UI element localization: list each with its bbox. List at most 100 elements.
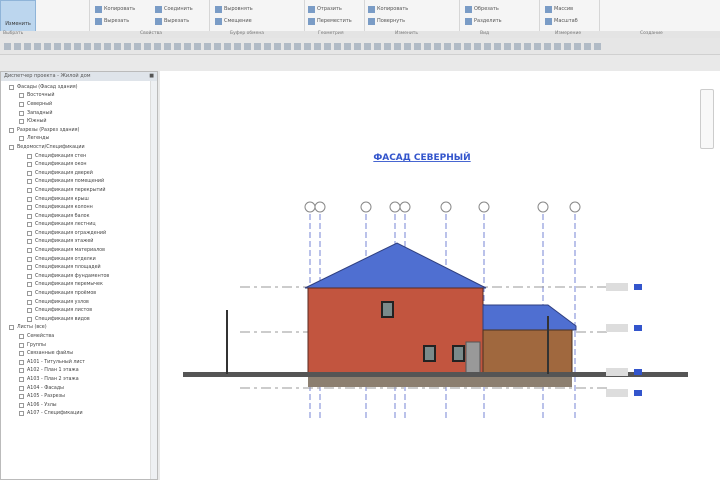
toolbar-icon[interactable]	[494, 42, 501, 50]
tree-item[interactable]: Легенды	[5, 135, 157, 144]
toolbar-icon[interactable]	[224, 42, 231, 50]
toolbar-icon[interactable]	[564, 42, 571, 50]
toolbar-icon[interactable]	[534, 42, 541, 50]
tree-item[interactable]: A102 - План 1 этажа	[5, 367, 157, 376]
toolbar-icon[interactable]	[264, 42, 271, 50]
toolbar-icon[interactable]	[174, 42, 181, 50]
tree-item[interactable]: Спецификация проёмов	[5, 289, 157, 298]
ribbon-item[interactable]: Смещение	[215, 17, 252, 25]
tree-item[interactable]: Спецификация помещений	[5, 178, 157, 187]
toolbar-icon[interactable]	[24, 42, 31, 50]
toolbar-icon[interactable]	[444, 42, 451, 50]
tree-item[interactable]: Спецификация дверей	[5, 169, 157, 178]
tree-item[interactable]: Спецификация фундаментов	[5, 272, 157, 281]
tree-item[interactable]: Южный	[5, 117, 157, 126]
close-icon[interactable]: ■	[149, 73, 154, 80]
toolbar-icon[interactable]	[314, 42, 321, 50]
toolbar-icon[interactable]	[164, 42, 171, 50]
tree-item[interactable]: Спецификация материалов	[5, 246, 157, 255]
toolbar-icon[interactable]	[484, 42, 491, 50]
toolbar-icon[interactable]	[424, 42, 431, 50]
ribbon-item[interactable]: Соединить	[155, 5, 193, 13]
toolbar-icon[interactable]	[414, 42, 421, 50]
tree-item[interactable]: Спецификация видов	[5, 315, 157, 324]
ribbon-item[interactable]: Копировать	[95, 5, 135, 13]
toolbar-icon[interactable]	[184, 42, 191, 50]
tree-item[interactable]: A103 - План 2 этажа	[5, 375, 157, 384]
toolbar-icon[interactable]	[244, 42, 251, 50]
ribbon-item[interactable]: Масштаб	[545, 17, 578, 25]
toolbar-icon[interactable]	[84, 42, 91, 50]
ribbon-item[interactable]: Повернуть	[368, 17, 405, 25]
toolbar-icon[interactable]	[544, 42, 551, 50]
toolbar-icon[interactable]	[304, 42, 311, 50]
tree-item[interactable]: Спецификация узлов	[5, 298, 157, 307]
toolbar-icon[interactable]	[104, 42, 111, 50]
toolbar-icon[interactable]	[144, 42, 151, 50]
scrollbar[interactable]	[150, 81, 157, 479]
tree-item[interactable]: Ведомости/Спецификации	[5, 143, 157, 152]
tree-item[interactable]: Спецификация колонн	[5, 203, 157, 212]
toolbar-icon[interactable]	[374, 42, 381, 50]
toolbar-icon[interactable]	[14, 42, 21, 50]
ribbon-item[interactable]: Разделить	[465, 17, 502, 25]
tree-item[interactable]: A105 - Разрезы	[5, 392, 157, 401]
toolbar-icon[interactable]	[474, 42, 481, 50]
tree-item[interactable]: Разрезы (Разрез здания)	[5, 126, 157, 135]
tree-item[interactable]: Западный	[5, 109, 157, 118]
toolbar-icon[interactable]	[404, 42, 411, 50]
toolbar-icon[interactable]	[434, 42, 441, 50]
tree-item[interactable]: Спецификация перемычек	[5, 281, 157, 290]
tree-item[interactable]: A104 - Фасады	[5, 384, 157, 393]
tree-item[interactable]: Северный	[5, 100, 157, 109]
tree-item[interactable]: Спецификация этажей	[5, 238, 157, 247]
toolbar-icon[interactable]	[394, 42, 401, 50]
toolbar-icon[interactable]	[504, 42, 511, 50]
tree-item[interactable]: Спецификация отделки	[5, 255, 157, 264]
tree-item[interactable]: Спецификация стен	[5, 152, 157, 161]
tree-item[interactable]: Листы (все)	[5, 324, 157, 333]
toolbar-icon[interactable]	[324, 42, 331, 50]
toolbar-icon[interactable]	[4, 42, 11, 50]
toolbar-icon[interactable]	[274, 42, 281, 50]
toolbar-icon[interactable]	[114, 42, 121, 50]
tree-item[interactable]: Спецификация ограждений	[5, 229, 157, 238]
drawing-canvas[interactable]: ФАСАД СЕВЕРНЫЙ	[160, 71, 720, 480]
toolbar-icon[interactable]	[134, 42, 141, 50]
toolbar-icon[interactable]	[334, 42, 341, 50]
toolbar-icon[interactable]	[384, 42, 391, 50]
tree-item[interactable]: Спецификация окон	[5, 160, 157, 169]
ribbon-item[interactable]: Массив	[545, 5, 573, 13]
tree-item[interactable]: A107 - Спецификации	[5, 410, 157, 419]
toolbar-icon[interactable]	[254, 42, 261, 50]
tree-item[interactable]: Фасады (Фасад здания)	[5, 83, 157, 92]
toolbar-icon[interactable]	[344, 42, 351, 50]
ribbon-item[interactable]: Выровнять	[215, 5, 253, 13]
tree-item[interactable]: Спецификация лестниц	[5, 221, 157, 230]
tree-item[interactable]: A101 - Титульный лист	[5, 358, 157, 367]
ribbon-item[interactable]: Переместить	[308, 17, 352, 25]
toolbar-icon[interactable]	[124, 42, 131, 50]
tree-item[interactable]: Спецификация балок	[5, 212, 157, 221]
tree-item[interactable]: Связанные файлы	[5, 349, 157, 358]
toolbar-icon[interactable]	[214, 42, 221, 50]
toolbar-icon[interactable]	[584, 42, 591, 50]
toolbar-icon[interactable]	[154, 42, 161, 50]
toolbar-icon[interactable]	[354, 42, 361, 50]
tree-item[interactable]: Группы	[5, 341, 157, 350]
toolbar-icon[interactable]	[574, 42, 581, 50]
ribbon-item[interactable]: Вырезать	[155, 17, 189, 25]
toolbar-icon[interactable]	[514, 42, 521, 50]
toolbar-icon[interactable]	[44, 42, 51, 50]
toolbar-icon[interactable]	[34, 42, 41, 50]
tree-item[interactable]: Спецификация крыш	[5, 195, 157, 204]
ribbon-item[interactable]: Вырезать	[95, 17, 129, 25]
tree-item[interactable]: Спецификация листов	[5, 306, 157, 315]
toolbar-icon[interactable]	[554, 42, 561, 50]
toolbar-icon[interactable]	[284, 42, 291, 50]
toolbar-icon[interactable]	[54, 42, 61, 50]
ribbon-item[interactable]: Обрезать	[465, 5, 499, 13]
toolbar-icon[interactable]	[364, 42, 371, 50]
tree-item[interactable]: Спецификация перекрытий	[5, 186, 157, 195]
toolbar-icon[interactable]	[464, 42, 471, 50]
